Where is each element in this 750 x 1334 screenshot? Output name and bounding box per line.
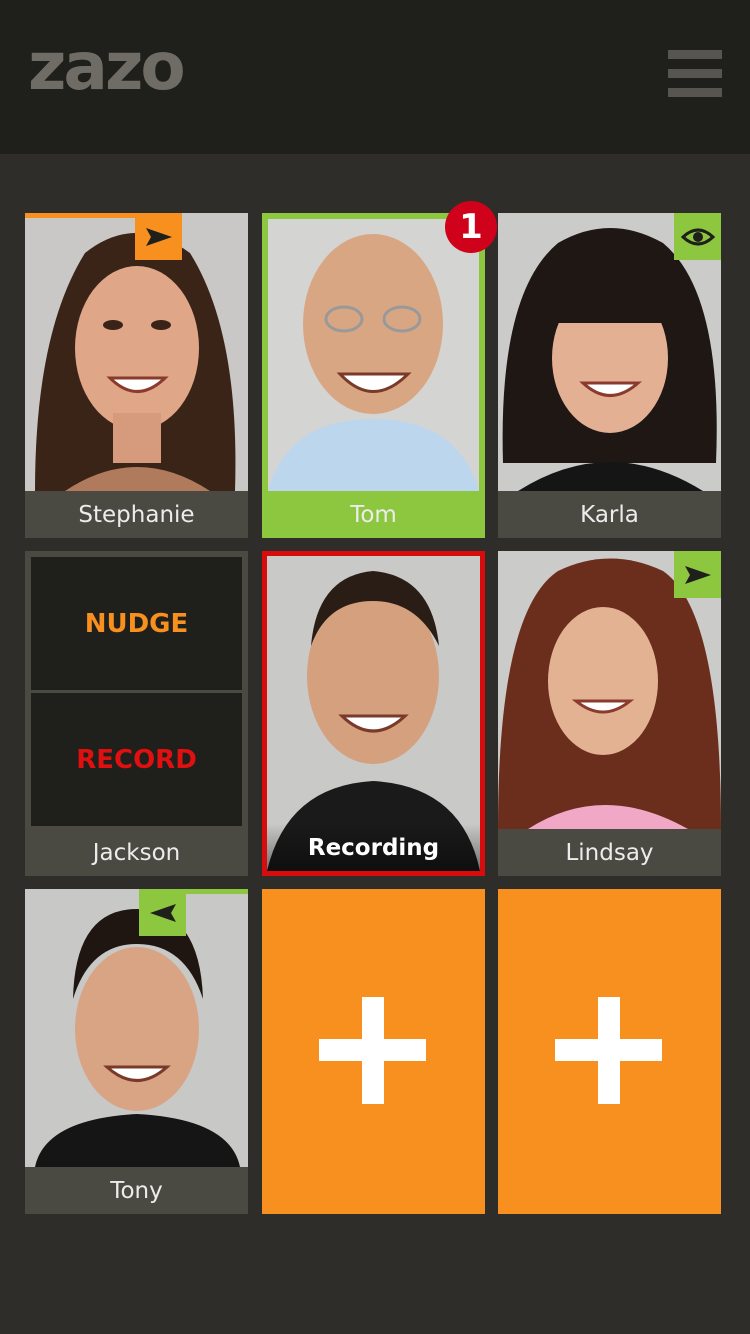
send-arrow-icon [674,551,721,598]
app-header: zazo [0,0,750,154]
add-friend-button[interactable] [262,889,485,1214]
eye-icon [674,213,721,260]
send-arrow-icon [135,213,182,260]
friend-name: Karla [498,491,721,538]
friend-tile-tom[interactable]: Tom [262,213,485,538]
menu-bar [668,88,722,97]
nudge-button[interactable]: NUDGE [31,557,242,690]
friend-tile-karla[interactable]: Karla [498,213,721,538]
friend-name: Stephanie [25,491,248,538]
friend-tile-tony[interactable]: Tony [25,889,248,1214]
recording-label: Recording [267,824,480,871]
unread-count-badge: 1 [445,201,497,253]
friend-tile-lindsay[interactable]: Lindsay [498,551,721,876]
record-button[interactable]: RECORD [31,693,242,826]
friend-tile-jackson[interactable]: NUDGE RECORD Jackson [25,551,248,876]
friend-photo [268,219,479,491]
menu-bar [668,69,722,78]
add-friend-button[interactable] [498,889,721,1214]
friend-tile-recording[interactable]: Recording [262,551,485,876]
friend-tile-stephanie[interactable]: Stephanie [25,213,248,538]
friend-name: Jackson [25,829,248,876]
friend-name: Tom [262,491,485,538]
zazo-logo: zazo [28,28,186,105]
received-arrow-icon [139,889,186,936]
hamburger-menu-icon[interactable] [668,50,722,98]
friend-name: Lindsay [498,829,721,876]
plus-icon [362,997,384,1104]
friend-photo [25,889,248,1167]
friend-name: Tony [25,1167,248,1214]
status-stripe [185,889,248,894]
plus-icon [598,997,620,1104]
menu-bar [668,50,722,59]
